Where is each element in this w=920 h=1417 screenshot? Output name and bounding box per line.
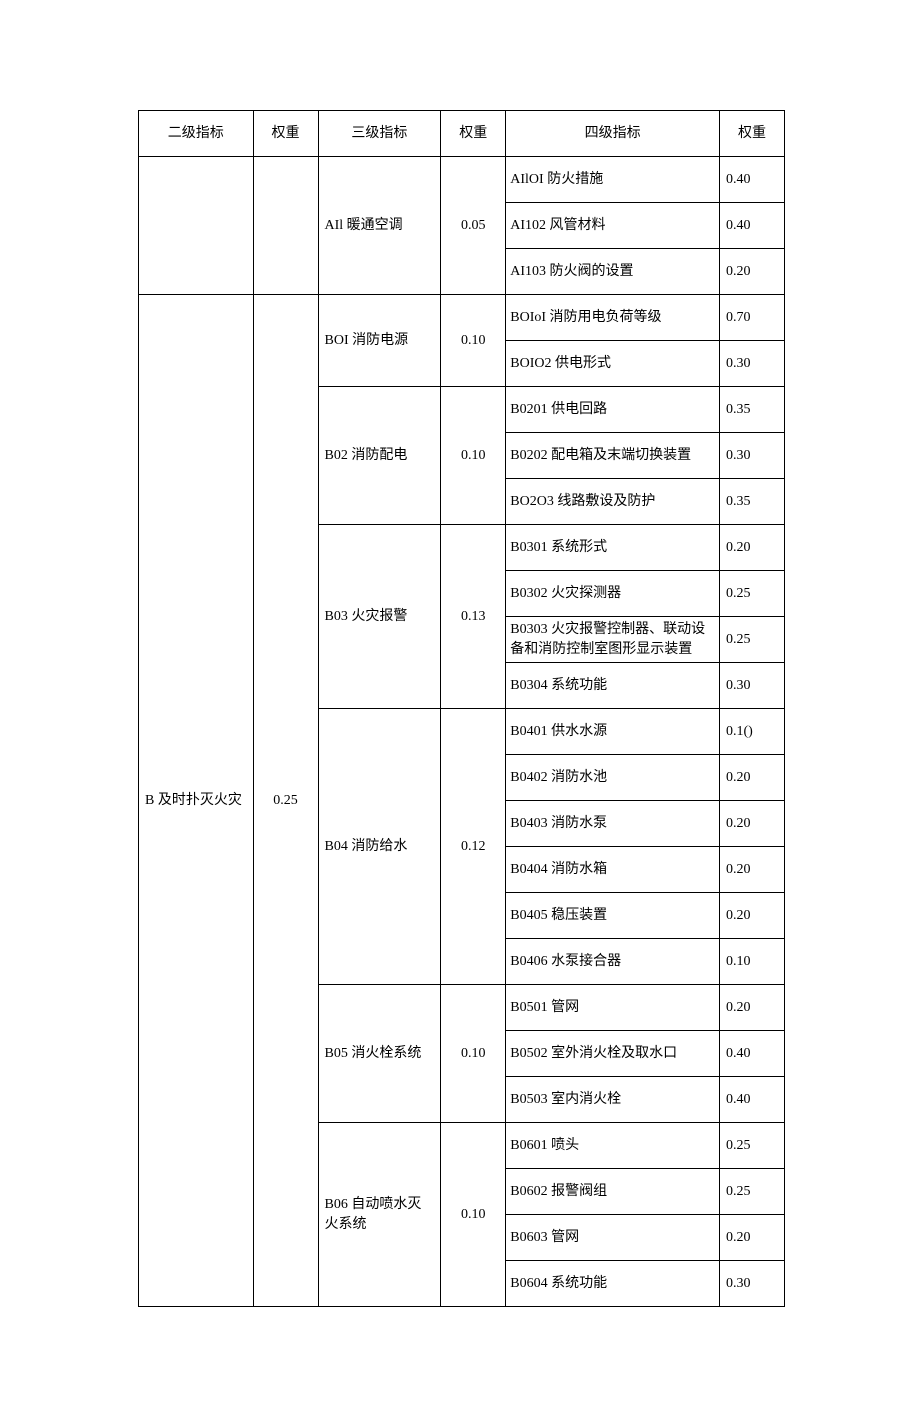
level3-indicator: B06 自动喷水灭火系统 [318,1123,441,1307]
level4-indicator: B0503 室内消火栓 [506,1077,720,1123]
header-level4: 四级指标 [506,111,720,157]
level4-weight: 0.1() [720,709,785,755]
level3-weight: 0.10 [441,295,506,387]
level4-weight: 0.30 [720,341,785,387]
level4-weight: 0.40 [720,157,785,203]
level4-weight: 0.35 [720,479,785,525]
level2-indicator [139,157,254,295]
level4-weight: 0.10 [720,939,785,985]
level4-indicator: B0403 消防水泵 [506,801,720,847]
level4-indicator: B0603 管网 [506,1215,720,1261]
level4-indicator: B0401 供水水源 [506,709,720,755]
level4-indicator: B0304 系统功能 [506,663,720,709]
level4-indicator: BO2O3 线路敷设及防护 [506,479,720,525]
level4-weight: 0.25 [720,617,785,663]
level4-weight: 0.30 [720,663,785,709]
header-weight2: 权重 [253,111,318,157]
table-row: B 及时扑灭火灾0.25BOI 消防电源0.10BOIoI 消防用电负荷等级0.… [139,295,785,341]
level4-indicator: B0302 火灾探测器 [506,571,720,617]
level4-weight: 0.25 [720,1169,785,1215]
level4-weight: 0.70 [720,295,785,341]
level3-indicator: B04 消防给水 [318,709,441,985]
level4-indicator: BOIoI 消防用电负荷等级 [506,295,720,341]
level4-indicator: B0202 配电箱及末端切换装置 [506,433,720,479]
table-header-row: 二级指标 权重 三级指标 权重 四级指标 权重 [139,111,785,157]
level3-indicator: B05 消火栓系统 [318,985,441,1123]
level4-indicator: AIlOI 防火措施 [506,157,720,203]
indicator-table: 二级指标 权重 三级指标 权重 四级指标 权重 AIl 暖通空调0.05AIlO… [138,110,785,1307]
level4-weight: 0.40 [720,203,785,249]
level4-weight: 0.20 [720,755,785,801]
level2-weight: 0.25 [253,295,318,1307]
level2-indicator: B 及时扑灭火灾 [139,295,254,1307]
level4-weight: 0.20 [720,985,785,1031]
level4-weight: 0.20 [720,249,785,295]
header-level3: 三级指标 [318,111,441,157]
level4-weight: 0.20 [720,525,785,571]
level4-indicator: B0406 水泵接合器 [506,939,720,985]
level4-weight: 0.25 [720,1123,785,1169]
level4-indicator: B0201 供电回路 [506,387,720,433]
level4-weight: 0.30 [720,433,785,479]
level3-indicator: B02 消防配电 [318,387,441,525]
level4-indicator: B0602 报警阀组 [506,1169,720,1215]
level4-indicator: B0402 消防水池 [506,755,720,801]
level4-indicator: B0404 消防水箱 [506,847,720,893]
level4-indicator: B0502 室外消火栓及取水口 [506,1031,720,1077]
level4-indicator: B0501 管网 [506,985,720,1031]
level4-indicator: BOIO2 供电形式 [506,341,720,387]
level3-indicator: BOI 消防电源 [318,295,441,387]
level4-weight: 0.40 [720,1077,785,1123]
level4-indicator: B0604 系统功能 [506,1261,720,1307]
level4-indicator: B0601 喷头 [506,1123,720,1169]
level3-weight: 0.05 [441,157,506,295]
level3-weight: 0.10 [441,1123,506,1307]
level4-weight: 0.20 [720,893,785,939]
level4-weight: 0.20 [720,1215,785,1261]
level4-weight: 0.25 [720,571,785,617]
level4-indicator: B0301 系统形式 [506,525,720,571]
level3-weight: 0.13 [441,525,506,709]
level4-weight: 0.40 [720,1031,785,1077]
level3-indicator: B03 火灾报警 [318,525,441,709]
level3-weight: 0.10 [441,985,506,1123]
header-weight3: 权重 [441,111,506,157]
level4-weight: 0.20 [720,847,785,893]
level4-weight: 0.20 [720,801,785,847]
table-row: AIl 暖通空调0.05AIlOI 防火措施0.40 [139,157,785,203]
level2-weight [253,157,318,295]
level4-weight: 0.30 [720,1261,785,1307]
header-level2: 二级指标 [139,111,254,157]
level4-indicator: AI103 防火阀的设置 [506,249,720,295]
level4-indicator: B0303 火灾报警控制器、联动设备和消防控制室图形显示装置 [506,617,720,663]
level3-weight: 0.12 [441,709,506,985]
header-weight4: 权重 [720,111,785,157]
level3-weight: 0.10 [441,387,506,525]
level4-indicator: AI102 风管材料 [506,203,720,249]
level3-indicator: AIl 暖通空调 [318,157,441,295]
level4-weight: 0.35 [720,387,785,433]
level4-indicator: B0405 稳压装置 [506,893,720,939]
